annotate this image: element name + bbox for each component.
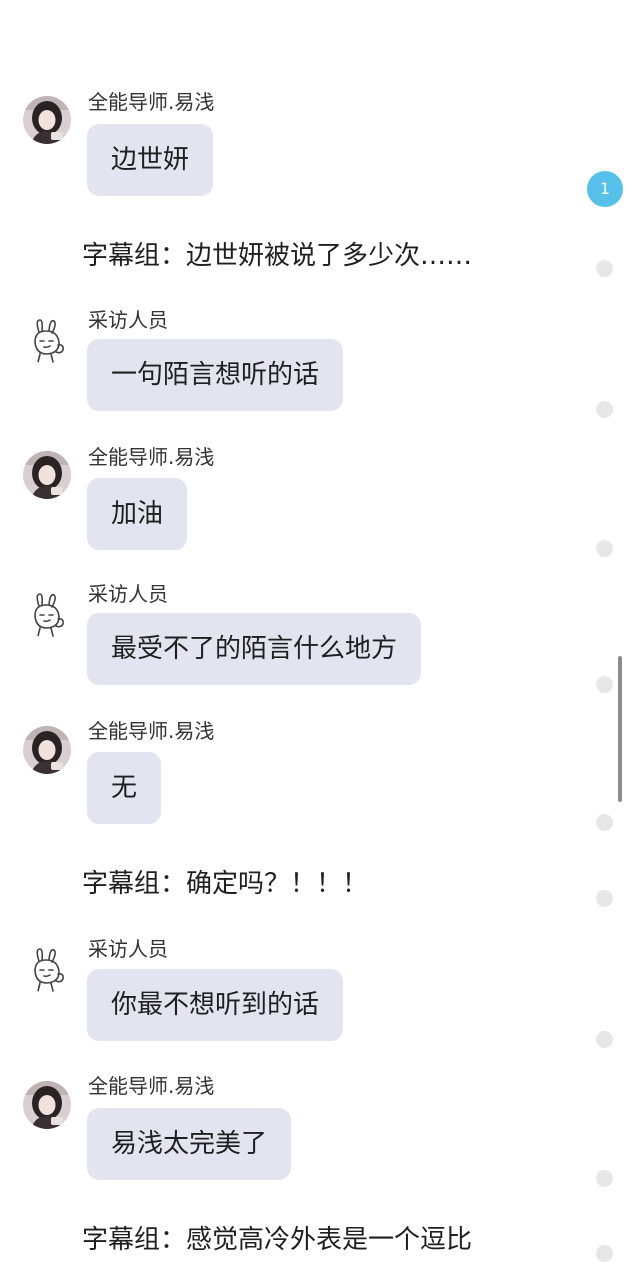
caption-text: 字幕组：感觉高冷外表是一个逗比 bbox=[82, 1225, 473, 1255]
user-avatar-photo-icon[interactable] bbox=[23, 1081, 71, 1129]
message-bubble[interactable]: 无 bbox=[87, 752, 162, 824]
user-avatar-photo-icon[interactable] bbox=[23, 451, 71, 499]
message-marker-dot[interactable] bbox=[596, 1031, 613, 1048]
message-marker-dot[interactable] bbox=[596, 401, 613, 418]
message-marker-dot[interactable] bbox=[596, 1170, 613, 1187]
bunny-avatar-icon[interactable] bbox=[23, 316, 71, 364]
sender-name: 采访人员 bbox=[88, 937, 168, 961]
message-marker-dot[interactable] bbox=[596, 260, 613, 277]
message-marker-dot[interactable] bbox=[596, 1245, 613, 1262]
scrollbar-thumb[interactable] bbox=[618, 656, 622, 802]
message-bubble[interactable]: 易浅太完美了 bbox=[87, 1108, 292, 1180]
message-marker-dot[interactable] bbox=[596, 676, 613, 693]
message-bubble[interactable]: 一句陌言想听的话 bbox=[87, 339, 344, 411]
sender-name: 采访人员 bbox=[88, 582, 168, 606]
user-avatar-photo-icon[interactable] bbox=[23, 726, 71, 774]
sender-name: 全能导师.易浅 bbox=[88, 719, 215, 743]
message-bubble[interactable]: 边世妍 bbox=[87, 124, 214, 196]
message-marker-dot[interactable] bbox=[596, 890, 613, 907]
user-avatar-photo-icon[interactable] bbox=[23, 96, 71, 144]
message-marker-dot[interactable] bbox=[596, 814, 613, 831]
message-bubble[interactable]: 你最不想听到的话 bbox=[87, 969, 344, 1041]
caption-text: 字幕组：确定吗？！！！ bbox=[82, 869, 369, 899]
message-bubble[interactable]: 最受不了的陌言什么地方 bbox=[87, 613, 422, 685]
sender-name: 全能导师.易浅 bbox=[88, 445, 215, 469]
message-marker-dot[interactable] bbox=[596, 540, 613, 557]
bunny-avatar-icon[interactable] bbox=[23, 590, 71, 638]
message-bubble[interactable]: 加油 bbox=[87, 478, 188, 550]
sender-name: 全能导师.易浅 bbox=[88, 90, 215, 114]
sender-name: 采访人员 bbox=[88, 308, 168, 332]
unread-count-badge[interactable]: 1 bbox=[587, 171, 623, 207]
sender-name: 全能导师.易浅 bbox=[88, 1074, 215, 1098]
caption-text: 字幕组：边世妍被说了多少次…… bbox=[82, 241, 473, 271]
bunny-avatar-icon[interactable] bbox=[23, 945, 71, 993]
